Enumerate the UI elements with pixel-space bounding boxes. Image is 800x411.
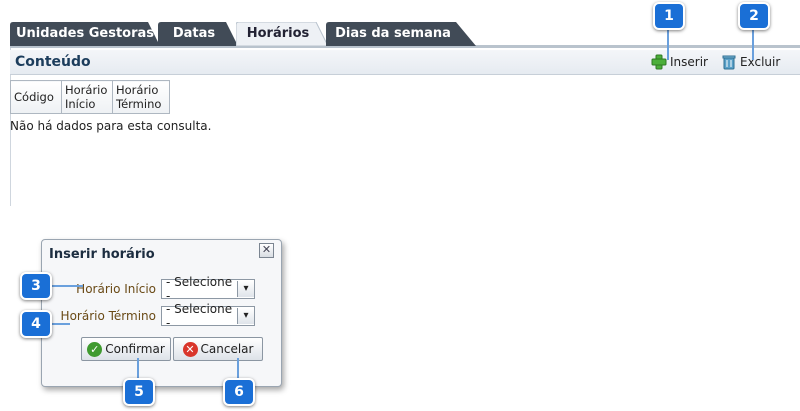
dialog-title: Inserir horário: [49, 247, 155, 262]
callout-marker-4: 4: [20, 310, 52, 338]
leader-line: [752, 30, 754, 60]
check-icon: ✓: [87, 341, 103, 357]
cancel-button[interactable]: ✕ Cancelar: [173, 337, 263, 361]
callout-marker-5: 5: [123, 378, 155, 406]
callout-marker-6: 6: [223, 378, 255, 406]
empty-message: Não há dados para esta consulta.: [10, 119, 212, 133]
end-time-select[interactable]: - Selecione - ▾: [161, 302, 255, 330]
leader-line: [137, 358, 139, 378]
confirm-label: Confirmar: [105, 342, 165, 356]
cancel-icon: ✕: [182, 341, 198, 357]
tab-unidades-gestoras[interactable]: Unidades Gestoras: [10, 22, 160, 46]
tab-label: Unidades Gestoras: [15, 26, 155, 41]
insert-label: Inserir: [670, 55, 708, 69]
chevron-down-icon[interactable]: ▾: [237, 281, 254, 297]
trash-icon: [722, 55, 736, 70]
column-header-horario-termino[interactable]: Horário Término: [112, 80, 170, 114]
close-icon[interactable]: ✕: [259, 243, 274, 258]
leader-line: [667, 30, 669, 60]
leader-line: [48, 285, 83, 287]
panel-title: Conteúdo: [15, 54, 91, 70]
cancel-label: Cancelar: [200, 342, 254, 356]
delete-label: Excluir: [740, 55, 781, 69]
table-header-row: Código Horário Início Horário Término: [10, 80, 170, 114]
plus-icon: [651, 54, 667, 70]
insert-button[interactable]: Inserir: [651, 54, 708, 70]
tab-label: Dias da semana: [335, 26, 451, 41]
confirm-button[interactable]: ✓ Confirmar: [81, 337, 171, 361]
callout-marker-1: 1: [653, 2, 685, 30]
tab-horarios[interactable]: Horários: [236, 22, 328, 46]
tab-label: Datas: [172, 26, 216, 41]
start-time-select[interactable]: - Selecione - ▾: [161, 275, 255, 303]
end-time-label: Horário Término: [60, 309, 156, 323]
delete-button[interactable]: Excluir: [721, 54, 780, 70]
start-time-value: - Selecione -: [166, 275, 233, 303]
callout-marker-2: 2: [738, 2, 770, 30]
end-time-value: - Selecione -: [166, 302, 233, 330]
callout-marker-3: 3: [20, 272, 52, 300]
leader-line: [237, 358, 239, 378]
column-header-horario-inicio[interactable]: Horário Início: [61, 80, 113, 114]
tab-dias-da-semana[interactable]: Dias da semana: [326, 22, 476, 46]
results-table: Código Horário Início Horário Término: [10, 80, 170, 114]
tab-datas[interactable]: Datas: [158, 22, 238, 46]
tab-label: Horários: [246, 26, 310, 41]
column-header-codigo[interactable]: Código: [10, 80, 62, 114]
chevron-down-icon[interactable]: ▾: [237, 308, 254, 324]
